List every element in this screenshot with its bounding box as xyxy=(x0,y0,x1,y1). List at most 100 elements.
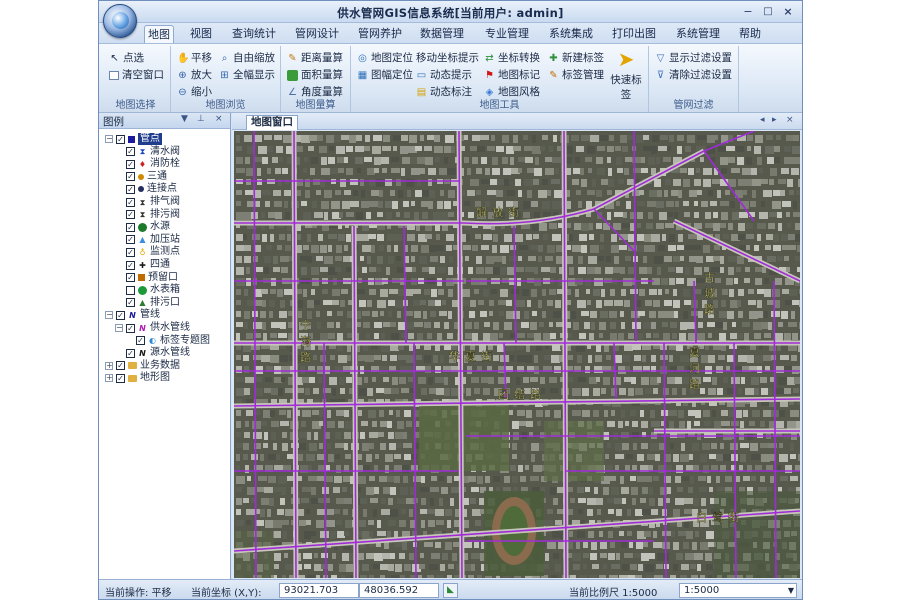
legend-item[interactable]: ✓ ⧗ 清水阀 xyxy=(115,146,180,158)
legend-item[interactable]: − ✓ N 管线 xyxy=(105,309,160,321)
scale-select[interactable]: 1:5000 ▼ xyxy=(679,583,797,598)
tag-manage-button[interactable]: ✎ 标签管理 xyxy=(548,67,604,83)
legend-item[interactable]: ✓ 水源 xyxy=(115,221,170,233)
legend-item[interactable]: ✓ ▲ 加压站 xyxy=(115,234,180,246)
layer-checkbox[interactable]: ✓ xyxy=(126,247,135,257)
tab-view[interactable]: 视图 xyxy=(187,25,215,43)
rooftop xyxy=(518,465,523,472)
layer-checkbox[interactable]: ✓ xyxy=(126,222,135,232)
rooftop xyxy=(770,168,777,176)
layer-checkbox[interactable] xyxy=(126,285,135,295)
tab-data-management[interactable]: 数据管理 xyxy=(419,25,465,43)
layer-checkbox[interactable]: ✓ xyxy=(126,147,135,157)
legend-item[interactable]: 水表箱 xyxy=(115,284,180,296)
rooftop xyxy=(277,289,283,297)
coord-convert-button[interactable]: ⇄ 坐标转换 xyxy=(484,50,540,66)
clear-filter-settings-button[interactable]: ⊽ 清除过滤设置 xyxy=(655,67,732,83)
legend-item[interactable]: ✓ ✚ 四通 xyxy=(115,259,170,271)
distance-measure-button[interactable]: ✎ 距离量算 xyxy=(287,50,343,66)
tab-network-maintenance[interactable]: 管网养护 xyxy=(357,25,403,43)
zoom-in-button[interactable]: ⊕ 放大 xyxy=(177,67,212,83)
map-canvas[interactable]: 解放街华夏街团结路白鹭街宁海路古城路夏河路 xyxy=(234,131,800,578)
close-button[interactable]: × xyxy=(779,4,797,19)
pin-icon[interactable]: ⊥ xyxy=(197,114,205,124)
legend-item[interactable]: + ✓ 地形图 xyxy=(105,372,170,384)
tab-network-design[interactable]: 管网设计 xyxy=(294,25,340,43)
legend-item[interactable]: − ✓ N 供水管线 xyxy=(115,322,190,334)
layer-checkbox[interactable]: ✓ xyxy=(126,260,135,270)
full-extent-button[interactable]: ⊞ 全幅显示 xyxy=(219,67,275,83)
show-filter-settings-button[interactable]: ▽ 显示过滤设置 xyxy=(655,50,732,66)
legend-item[interactable]: ✓ ◐ 标签专题图 xyxy=(125,335,210,347)
legend-item[interactable]: ✓ ⧗ 排污阀 xyxy=(115,209,180,221)
layer-checkbox[interactable]: ✓ xyxy=(136,336,145,346)
legend-item[interactable]: ✓ ⧗ 排气阀 xyxy=(115,196,180,208)
layer-checkbox[interactable]: ✓ xyxy=(116,361,125,371)
tab-print[interactable]: 打印出图 xyxy=(611,25,657,43)
tab-map[interactable]: 地图 xyxy=(144,25,174,43)
tab-system-management[interactable]: 系统管理 xyxy=(675,25,721,43)
rooftop xyxy=(728,256,737,262)
rooftop xyxy=(441,487,448,494)
tab-query-statistics[interactable]: 查询统计 xyxy=(231,25,277,43)
tree-expander-icon[interactable]: − xyxy=(115,324,123,332)
minimize-button[interactable]: − xyxy=(739,4,757,19)
legend-symbol-pin-icon: ♁ xyxy=(139,247,146,257)
legend-item[interactable]: ✓ ▲ 排污口 xyxy=(115,297,180,309)
layer-checkbox[interactable]: ✓ xyxy=(126,210,135,220)
legend-item[interactable]: ✓ ♦ 消防栓 xyxy=(115,158,180,170)
rooftop xyxy=(379,476,388,482)
point-select-button[interactable]: ↖ 点选 xyxy=(109,50,144,66)
pan-button[interactable]: ✋ 平移 xyxy=(177,50,212,66)
new-tag-button[interactable]: ✚ 新建标签 xyxy=(548,50,604,66)
rooftop xyxy=(429,190,435,198)
legend-item[interactable]: ✓ 三通 xyxy=(115,171,167,183)
tree-expander-icon[interactable]: − xyxy=(105,311,113,320)
coordinate-tool-icon[interactable]: ◣ xyxy=(443,583,458,598)
maximize-button[interactable]: □ xyxy=(759,4,777,19)
legend-item[interactable]: + ✓ 业务数据 xyxy=(105,360,180,372)
map-close-icon[interactable]: × xyxy=(786,115,794,125)
layer-checkbox[interactable]: ✓ xyxy=(116,310,125,320)
app-logo-button[interactable] xyxy=(103,4,137,38)
layer-checkbox[interactable]: ✓ xyxy=(126,184,135,194)
legend-item[interactable]: − ✓ 管点 xyxy=(105,133,162,145)
layer-checkbox[interactable]: ✓ xyxy=(116,373,125,383)
layer-checkbox[interactable]: ✓ xyxy=(126,159,135,169)
free-zoom-button[interactable]: ⌕ 自由缩放 xyxy=(219,50,275,66)
panel-menu-icon[interactable]: ▼ xyxy=(181,114,188,124)
scroll-right-icon[interactable]: ▸ xyxy=(772,115,777,125)
area-measure-button[interactable]: 面积量算 xyxy=(287,67,343,83)
legend-item[interactable]: ✓ 连接点 xyxy=(115,183,177,195)
tab-map-window[interactable]: 地图窗口 xyxy=(246,115,298,130)
legend-item[interactable]: ✓ N 源水管线 xyxy=(115,347,190,359)
move-coord-tip-button[interactable]: 移动坐标提示 xyxy=(416,50,479,66)
rooftop xyxy=(388,564,394,571)
map-mark-button[interactable]: ⚑ 地图标记 xyxy=(484,67,540,83)
rooftop xyxy=(577,355,582,363)
layer-checkbox[interactable]: ✓ xyxy=(126,348,135,358)
panel-close-icon[interactable]: × xyxy=(215,114,223,124)
layer-checkbox[interactable]: ✓ xyxy=(126,323,135,333)
layer-checkbox[interactable]: ✓ xyxy=(126,273,135,283)
layer-checkbox[interactable]: ✓ xyxy=(126,172,135,182)
tab-system-integration[interactable]: 系统集成 xyxy=(548,25,594,43)
tree-expander-icon[interactable]: − xyxy=(105,135,113,143)
tab-help[interactable]: 帮助 xyxy=(736,25,764,43)
rooftop xyxy=(362,443,369,451)
map-locate-button[interactable]: ◎ 地图定位 xyxy=(357,50,413,66)
quick-tag-button[interactable]: ➤ 快速标签 xyxy=(606,48,646,102)
layer-checkbox[interactable]: ✓ xyxy=(126,298,135,308)
tab-professional-management[interactable]: 专业管理 xyxy=(484,25,530,43)
layer-checkbox[interactable]: ✓ xyxy=(116,134,125,144)
dynamic-tip-button[interactable]: ▭ 动态提示 xyxy=(416,67,472,83)
tree-expander-icon[interactable]: + xyxy=(105,361,113,370)
layer-checkbox[interactable]: ✓ xyxy=(126,235,135,245)
clear-window-button[interactable]: 清空窗口 xyxy=(109,67,164,83)
tree-expander-icon[interactable]: + xyxy=(105,374,113,383)
scroll-left-icon[interactable]: ◂ xyxy=(760,115,765,125)
legend-item[interactable]: ✓ 预留口 xyxy=(115,272,178,284)
layer-checkbox[interactable]: ✓ xyxy=(126,197,135,207)
sheet-locate-button[interactable]: ▦ 图幅定位 xyxy=(357,67,413,83)
legend-item[interactable]: ✓ ♁ 监测点 xyxy=(115,246,180,258)
